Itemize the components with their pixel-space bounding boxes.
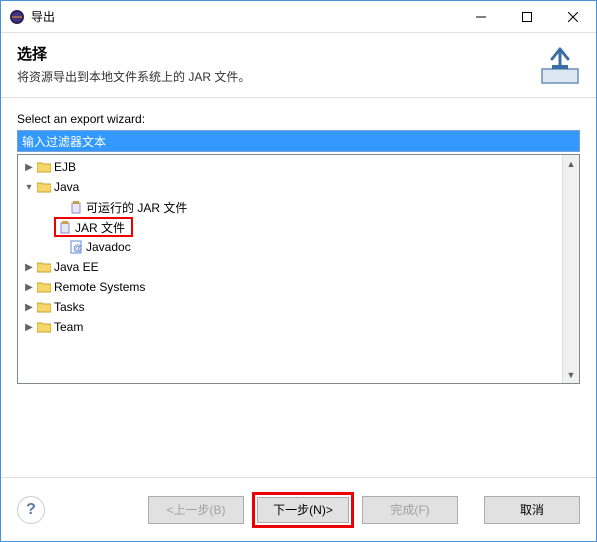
chevron-right-icon[interactable]: ▶ [22, 302, 36, 313]
scroll-up-icon[interactable]: ▲ [563, 155, 579, 172]
dialog-footer: ? <上一步(B) 下一步(N)> 完成(F) 取消 [1, 477, 596, 541]
svg-text:@: @ [73, 243, 82, 253]
tree-container: ▶ EJB ▾ Java 可运行的 JAR 文件 [17, 154, 580, 384]
tree-item-team[interactable]: ▶ Team [18, 317, 562, 337]
tree-item-ejb[interactable]: ▶ EJB [18, 157, 562, 177]
export-tree[interactable]: ▶ EJB ▾ Java 可运行的 JAR 文件 [18, 155, 562, 383]
dialog-header: 选择 将资源导出到本地文件系统上的 JAR 文件。 [1, 33, 596, 98]
jar-icon [57, 219, 73, 235]
tree-item-javadoc[interactable]: @ Javadoc [18, 237, 562, 257]
chevron-right-icon[interactable]: ▶ [22, 162, 36, 173]
jar-icon [68, 199, 84, 215]
folder-icon [36, 319, 52, 335]
chevron-right-icon[interactable]: ▶ [22, 262, 36, 273]
tree-item-java[interactable]: ▾ Java [18, 177, 562, 197]
next-button-highlight: 下一步(N)> [252, 492, 354, 528]
folder-icon [36, 299, 52, 315]
folder-icon [36, 179, 52, 195]
titlebar: 导出 [1, 1, 596, 33]
folder-icon [36, 259, 52, 275]
eclipse-icon [9, 9, 25, 25]
finish-button[interactable]: 完成(F) [362, 496, 458, 524]
tree-item-remote-systems[interactable]: ▶ Remote Systems [18, 277, 562, 297]
tree-item-runnable-jar[interactable]: 可运行的 JAR 文件 [18, 197, 562, 217]
cancel-button[interactable]: 取消 [484, 496, 580, 524]
filter-input[interactable] [17, 130, 580, 152]
back-button[interactable]: <上一步(B) [148, 496, 244, 524]
close-button[interactable] [550, 1, 596, 32]
window-controls [458, 1, 596, 32]
vertical-scrollbar[interactable]: ▲ ▼ [562, 155, 579, 383]
window-title: 导出 [31, 8, 458, 25]
chevron-down-icon[interactable]: ▾ [22, 182, 36, 193]
tree-item-javaee[interactable]: ▶ Java EE [18, 257, 562, 277]
chevron-right-icon[interactable]: ▶ [22, 322, 36, 333]
export-icon [536, 43, 584, 92]
chevron-right-icon[interactable]: ▶ [22, 282, 36, 293]
minimize-button[interactable] [458, 1, 504, 32]
header-description: 将资源导出到本地文件系统上的 JAR 文件。 [17, 68, 580, 85]
header-title: 选择 [17, 43, 580, 64]
folder-icon [36, 279, 52, 295]
help-button[interactable]: ? [17, 496, 45, 524]
wizard-label: Select an export wizard: [17, 112, 580, 126]
tree-item-jar-file[interactable]: JAR 文件 [18, 217, 562, 237]
maximize-button[interactable] [504, 1, 550, 32]
dialog-body: Select an export wizard: ▶ EJB ▾ Java 可运… [1, 98, 596, 477]
export-dialog: 导出 选择 将资源导出到本地文件系统上的 JAR 文件。 Select an e… [0, 0, 597, 542]
next-button[interactable]: 下一步(N)> [257, 497, 349, 523]
selection-highlight: JAR 文件 [54, 217, 133, 237]
tree-item-tasks[interactable]: ▶ Tasks [18, 297, 562, 317]
folder-icon [36, 159, 52, 175]
javadoc-icon: @ [68, 239, 84, 255]
scroll-down-icon[interactable]: ▼ [563, 366, 579, 383]
